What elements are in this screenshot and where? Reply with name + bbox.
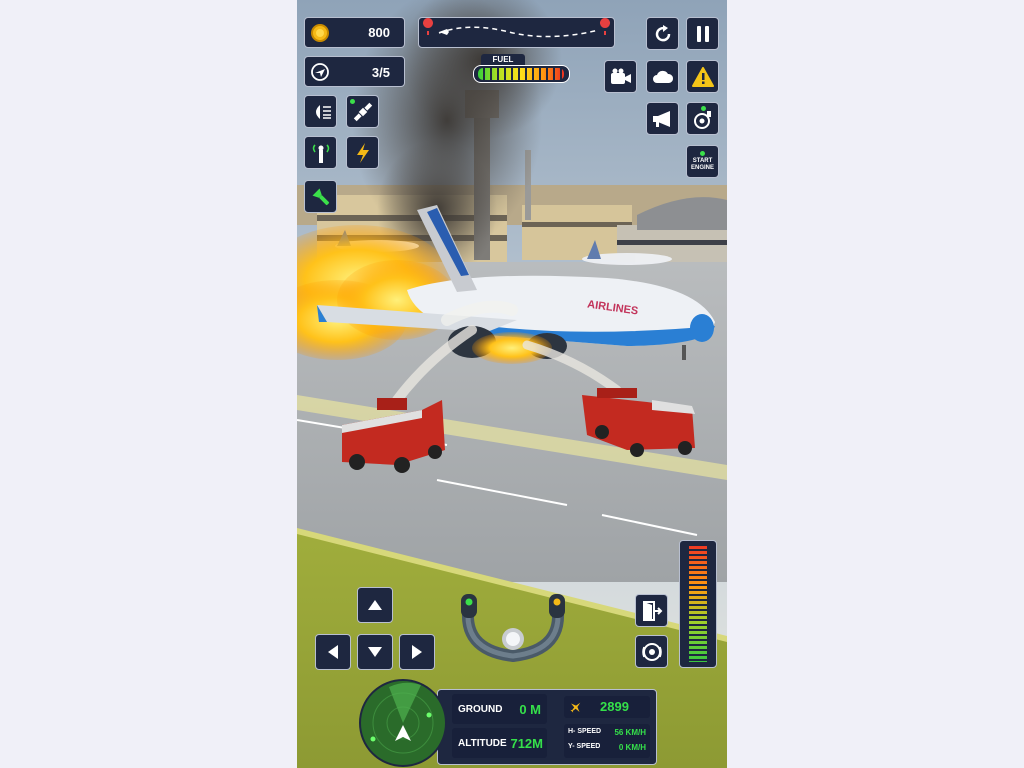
camera-icon: [610, 68, 631, 84]
warning-button[interactable]: [686, 60, 719, 93]
megaphone-icon: [652, 110, 670, 127]
ground-value: 0 M: [519, 702, 541, 717]
mission-value: 3/5: [371, 65, 390, 80]
flashlight-icon: [312, 188, 329, 205]
fuel-gauge: FUEL: [473, 54, 573, 84]
route-icon: [423, 18, 610, 38]
lightning-icon: [356, 142, 369, 163]
restart-icon: [655, 24, 670, 41]
route-progress: [418, 17, 615, 48]
ground-row: GROUND 0 M: [452, 694, 547, 724]
coin-icon: [311, 24, 329, 42]
weather-icon: [652, 70, 673, 83]
h-speed-value: 56 KM/H: [614, 728, 646, 737]
arrow-left-icon: [328, 645, 338, 659]
altitude-label: ALTITUDE: [458, 738, 507, 749]
exit-button[interactable]: [635, 594, 668, 627]
score-value: 2899: [600, 699, 629, 714]
megaphone-button[interactable]: [646, 102, 679, 135]
brake-button[interactable]: [635, 635, 668, 668]
pause-button[interactable]: [686, 17, 719, 50]
brake-icon: [641, 642, 662, 661]
speed-rows: H- SPEED 56 KM/H Y- SPEED 0 KM/H: [564, 724, 650, 758]
lightning-button[interactable]: [346, 136, 379, 169]
status-dot: [701, 106, 706, 111]
plane-icon: [570, 702, 581, 713]
altitude-value: 712M: [510, 736, 543, 751]
start-engine-button[interactable]: START ENGINE: [686, 145, 719, 178]
fuel-bar: [473, 65, 570, 83]
fuel-label: FUEL: [481, 54, 525, 65]
altitude-row: ALTITUDE 712M: [452, 728, 547, 758]
arrow-down-icon: [368, 647, 382, 657]
arrow-down-button[interactable]: [357, 634, 393, 670]
coin-counter: 800: [304, 17, 405, 48]
camera-button[interactable]: [604, 60, 637, 93]
y-speed-value: 0 KM/H: [618, 743, 646, 752]
game-viewport: AIRLINES 800 3/5 FUEL START ENGINE GROUN…: [297, 0, 727, 768]
arrow-up-icon: [368, 600, 382, 610]
restart-button[interactable]: [646, 17, 679, 50]
arrow-right-button[interactable]: [399, 634, 435, 670]
flashlight-button[interactable]: [304, 180, 337, 213]
satellite-button[interactable]: [346, 95, 379, 128]
fuel-bar-fill: [478, 68, 564, 80]
tower-button[interactable]: [304, 136, 337, 169]
mission-icon: [311, 63, 329, 81]
headlight-button[interactable]: [304, 95, 337, 128]
y-speed-label: Y- SPEED: [568, 743, 601, 750]
arrow-left-button[interactable]: [315, 634, 351, 670]
h-speed-label: H- SPEED: [568, 728, 602, 735]
mission-counter: 3/5: [304, 56, 405, 87]
warning-icon: [691, 66, 714, 87]
coin-value: 800: [368, 25, 390, 40]
score-row: 2899: [564, 696, 650, 718]
weather-button[interactable]: [646, 60, 679, 93]
satellite-icon: [353, 102, 372, 121]
radar-icon: [359, 679, 447, 767]
flight-info-panel: GROUND 0 M ALTITUDE 712M 2899 H- SPEED 5…: [437, 689, 657, 765]
ground-label: GROUND: [458, 704, 503, 715]
pause-icon: [696, 25, 709, 42]
engine-fan-button[interactable]: [686, 102, 719, 135]
throttle-gauge[interactable]: [679, 540, 717, 668]
arrow-up-button[interactable]: [357, 587, 393, 623]
throttle-bar: [689, 546, 707, 662]
headlight-icon: [315, 104, 331, 119]
yoke-icon[interactable]: [457, 590, 569, 670]
status-dot: [350, 99, 355, 104]
start-engine-line1: START: [692, 157, 713, 164]
arrow-right-icon: [412, 645, 422, 659]
exit-door-icon: [642, 600, 662, 621]
status-dot: [700, 151, 705, 156]
start-engine-line2: ENGINE: [690, 164, 714, 171]
tower-icon: [312, 143, 329, 163]
